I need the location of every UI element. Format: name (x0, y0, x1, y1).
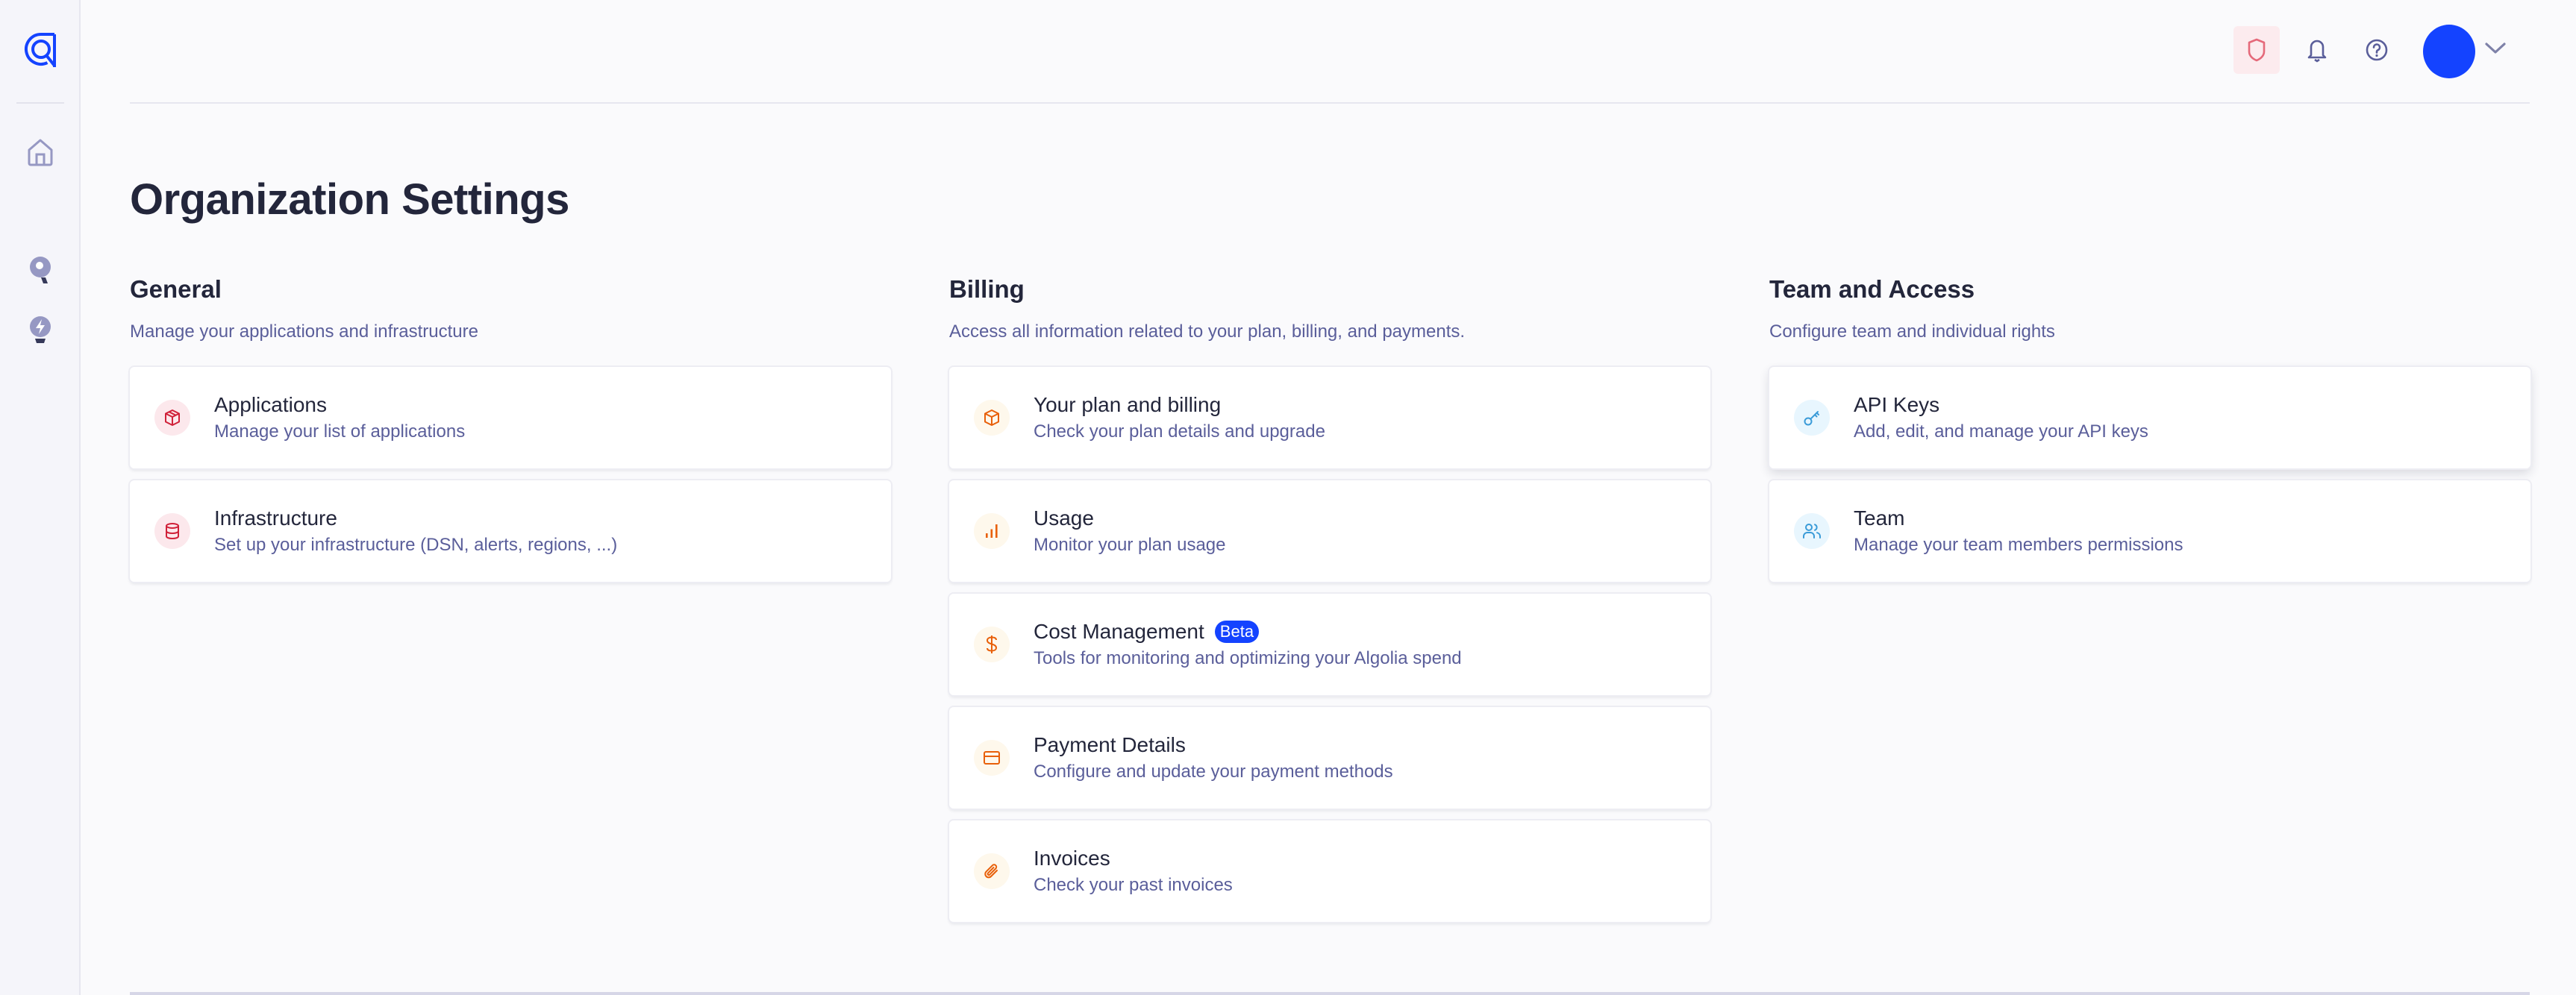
card-subtitle: Configure and update your payment method… (1034, 762, 1393, 782)
card-subtitle: Manage your team members permissions (1854, 535, 2183, 555)
shield-icon (2248, 38, 2266, 62)
card-subtitle: Monitor your plan usage (1034, 535, 1226, 555)
card-title: Usage (1034, 506, 1094, 530)
section-title: General (130, 275, 222, 303)
card-team[interactable]: Team Manage your team members permission… (1769, 480, 2530, 582)
card-title: Team (1854, 506, 1905, 530)
card-subtitle: Set up your infrastructure (DSN, alerts,… (214, 535, 618, 555)
algolia-logo-icon[interactable] (22, 30, 60, 69)
card-title: API Keys (1854, 393, 1940, 416)
avatar[interactable] (2423, 25, 2475, 78)
card-subtitle: Add, edit, and manage your API keys (1854, 421, 2148, 442)
sidebar-item-recommend[interactable] (22, 312, 58, 348)
card-plan-and-billing[interactable]: Your plan and billing Check your plan de… (949, 367, 1710, 468)
account-menu-toggle[interactable] (2480, 34, 2510, 63)
card-icon (1794, 513, 1830, 549)
paperclip-icon (984, 864, 998, 879)
card-payment-details[interactable]: Payment Details Configure and update you… (949, 707, 1710, 809)
users-icon (1803, 524, 1821, 539)
card-title: Cost Management (1034, 620, 1204, 643)
card-cost-management[interactable]: Cost Management Beta Tools for monitorin… (949, 594, 1710, 695)
section-description: Access all information related to your p… (949, 321, 1466, 342)
security-button[interactable] (2233, 26, 2280, 74)
card-invoices[interactable]: Invoices Check your past invoices (949, 820, 1710, 922)
bolt-product-icon (30, 316, 51, 343)
dollar-icon (986, 635, 998, 653)
box-icon (984, 409, 999, 426)
card-usage[interactable]: Usage Monitor your plan usage (949, 480, 1710, 582)
section-team-and-access: Team and Access Configure team and indiv… (1769, 274, 2530, 582)
card-icon (154, 400, 190, 436)
page-title: Organization Settings (130, 175, 569, 224)
footer-divider (130, 992, 2530, 995)
section-title: Billing (949, 275, 1025, 303)
bar-chart-icon (986, 524, 998, 538)
beta-badge: Beta (1214, 621, 1260, 643)
section-general: General Manage your applications and inf… (130, 274, 891, 582)
chevron-down-icon (2485, 43, 2506, 54)
sidebar (0, 0, 81, 995)
sidebar-divider (16, 102, 64, 104)
search-product-icon (30, 257, 51, 283)
card-icon (1794, 400, 1830, 436)
card-applications[interactable]: Applications Manage your list of applica… (130, 367, 891, 468)
section-title: Team and Access (1769, 275, 1975, 303)
help-icon (2366, 39, 2388, 61)
card-subtitle: Manage your list of applications (214, 421, 466, 442)
card-subtitle: Check your plan details and upgrade (1034, 421, 1325, 442)
card-icon (974, 400, 1010, 436)
card-subtitle: Tools for monitoring and optimizing your… (1034, 648, 1462, 668)
database-icon (166, 523, 179, 540)
section-billing: Billing Access all information related t… (949, 274, 1710, 922)
section-description: Manage your applications and infrastruct… (130, 321, 478, 342)
notifications-button[interactable] (2294, 26, 2340, 74)
top-bar (130, 0, 2530, 104)
card-title: Applications (214, 393, 327, 416)
card-title: Invoices (1034, 847, 1110, 870)
credit-card-icon (984, 751, 1000, 765)
home-icon (28, 139, 53, 166)
sidebar-item-home[interactable] (22, 134, 58, 170)
card-icon (974, 740, 1010, 776)
card-icon (974, 853, 1010, 889)
card-subtitle: Check your past invoices (1034, 875, 1233, 895)
card-title: Infrastructure (214, 506, 337, 530)
sidebar-item-search[interactable] (22, 252, 58, 288)
card-api-keys[interactable]: API Keys Add, edit, and manage your API … (1769, 367, 2530, 468)
key-icon (1804, 411, 1819, 426)
bell-icon (2307, 40, 2327, 63)
box-icon (165, 409, 180, 426)
card-infrastructure[interactable]: Infrastructure Set up your infrastructur… (130, 480, 891, 582)
card-title: Your plan and billing (1034, 393, 1222, 416)
card-icon (154, 513, 190, 549)
section-description: Configure team and individual rights (1769, 321, 2055, 342)
card-title: Payment Details (1034, 733, 1186, 756)
card-icon (974, 513, 1010, 549)
help-button[interactable] (2354, 26, 2400, 74)
card-icon (974, 627, 1010, 662)
